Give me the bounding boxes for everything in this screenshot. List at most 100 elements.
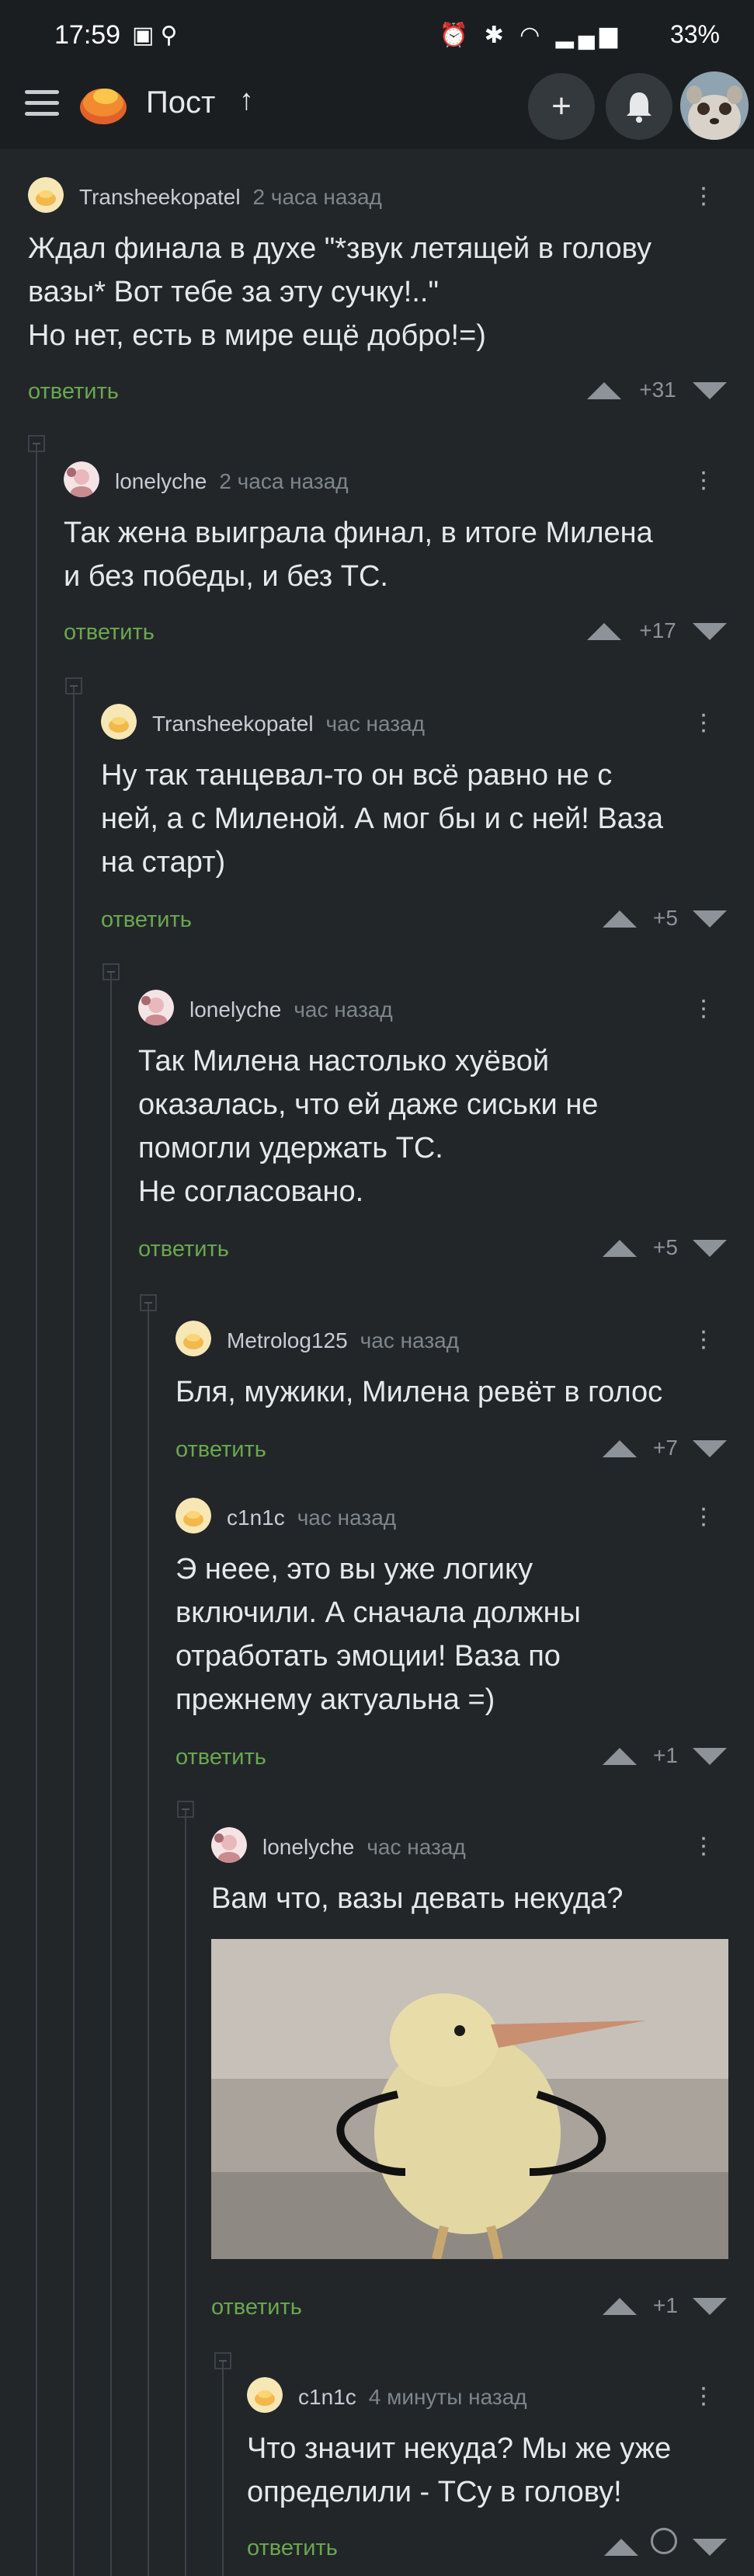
more-icon[interactable]: · · ·	[696, 1495, 711, 1537]
comment-author[interactable]: Transheekopatel час назад	[152, 712, 425, 736]
avatar[interactable]	[247, 2377, 283, 2413]
thread-line	[73, 687, 75, 2576]
comment-score: +7	[653, 1436, 678, 1460]
reply-link[interactable]: ответить	[101, 907, 192, 933]
upvote-icon[interactable]	[587, 623, 621, 640]
upvote-icon[interactable]	[587, 382, 621, 399]
add-post-button[interactable]: +	[528, 73, 595, 140]
vote-controls: +17	[587, 615, 727, 646]
collapse-thread-button[interactable]	[103, 963, 120, 980]
comment-time: час назад	[325, 712, 425, 736]
scroll-top-arrow-icon[interactable]: ↑	[239, 84, 254, 117]
upvote-icon[interactable]	[603, 1240, 637, 1257]
comment-score: +5	[653, 906, 678, 930]
collapse-thread-button[interactable]	[65, 677, 82, 694]
notifications-button[interactable]	[606, 73, 672, 140]
comment-score: +1	[653, 2293, 678, 2317]
more-icon[interactable]: · · ·	[696, 701, 711, 743]
vote-controls: +31	[587, 374, 727, 406]
avatar[interactable]	[175, 1321, 211, 1356]
collapse-thread-button[interactable]	[214, 2352, 231, 2369]
battery-level: 33%	[669, 20, 720, 48]
reply-link[interactable]: ответить	[64, 620, 155, 646]
reply-link[interactable]: ответить	[175, 1437, 266, 1463]
app-bar: Пост ↑ +	[0, 62, 754, 149]
reply-link[interactable]: ответить	[138, 1237, 229, 1262]
comment-time: 2 часа назад	[219, 469, 349, 493]
vote-controls: +7	[603, 1432, 727, 1464]
upvote-icon[interactable]	[603, 1440, 637, 1457]
reply-link[interactable]: ответить	[211, 2295, 302, 2320]
comment-text: Так Милена настолько хуёвой оказалась, ч…	[138, 1045, 599, 1208]
upvote-icon[interactable]	[604, 2539, 638, 2556]
vote-controls: +5	[603, 903, 727, 934]
downvote-icon[interactable]	[693, 2298, 727, 2315]
more-icon[interactable]: · · ·	[696, 987, 711, 1029]
comment-text: Ждал финала в духе "*звук летящей в голо…	[28, 232, 651, 352]
comment-score: +5	[653, 1235, 678, 1259]
comment-image[interactable]	[211, 1939, 728, 2259]
comment-author[interactable]: lonelyche час назад	[189, 997, 393, 1022]
downvote-icon[interactable]	[693, 1440, 727, 1457]
comment-time: час назад	[360, 1328, 460, 1352]
pikabu-logo[interactable]	[78, 81, 129, 127]
upvote-icon[interactable]	[603, 1748, 637, 1765]
bell-icon	[627, 92, 651, 123]
comment-author[interactable]: c1n1c 4 минуты назад	[298, 2385, 527, 2410]
thread-line	[110, 973, 112, 2576]
more-icon[interactable]: · · ·	[696, 1824, 711, 1866]
avatar[interactable]	[64, 461, 99, 497]
comment-time: час назад	[297, 1506, 397, 1530]
user-avatar[interactable]	[680, 71, 749, 140]
avatar[interactable]	[138, 990, 174, 1025]
more-icon[interactable]: · · ·	[696, 2374, 711, 2416]
vote-controls: +5	[603, 1232, 727, 1263]
upvote-icon[interactable]	[603, 910, 637, 928]
downvote-icon[interactable]	[693, 2539, 727, 2556]
vote-controls: +1	[603, 2290, 727, 2321]
avatar[interactable]	[28, 177, 64, 213]
downvote-icon[interactable]	[693, 623, 727, 640]
comment-text: Так жена выиграла финал, в итоге Милена …	[64, 517, 653, 593]
thread-line	[222, 2362, 224, 2576]
upvote-icon[interactable]	[603, 2298, 637, 2315]
avatar[interactable]	[211, 1827, 247, 1863]
comment-author[interactable]: Metrolog125 час назад	[227, 1328, 459, 1353]
collapse-thread-button[interactable]	[28, 435, 45, 452]
menu-icon[interactable]	[25, 90, 59, 117]
reply-link[interactable]: ответить	[175, 1745, 266, 1770]
downvote-icon[interactable]	[693, 1240, 727, 1257]
reply-link[interactable]: ответить	[247, 2536, 338, 2561]
avatar[interactable]	[101, 704, 137, 740]
comment-text: Бля, мужики, Милена ревёт в голос	[175, 1376, 663, 1408]
comment-text: Вам что, вазы девать некуда?	[211, 1882, 624, 1915]
reply-link[interactable]: ответить	[28, 379, 119, 405]
avatar[interactable]	[175, 1498, 211, 1533]
clock-icon[interactable]	[651, 2528, 677, 2554]
comment-author[interactable]: lonelyche час назад	[262, 1835, 466, 1860]
comment-text: Что значит некуда? Мы же уже определили …	[247, 2432, 672, 2508]
comment-text: Ну так танцевал-то он всё равно не с ней…	[101, 759, 663, 879]
comment-time: 2 часа назад	[252, 185, 382, 209]
more-icon[interactable]: · · ·	[696, 174, 711, 216]
downvote-icon[interactable]	[693, 382, 727, 399]
vote-controls: +1	[603, 1740, 727, 1771]
more-icon[interactable]: · · ·	[696, 458, 711, 500]
comment-score: +1	[653, 1743, 678, 1767]
gallery-search-icons: ▣ ⚲	[132, 23, 178, 48]
comment-score: +31	[639, 378, 676, 402]
comment-time: час назад	[367, 1835, 466, 1859]
plus-icon: +	[551, 87, 572, 125]
more-icon[interactable]: · · ·	[696, 1318, 711, 1359]
downvote-icon[interactable]	[693, 910, 727, 928]
comment-author[interactable]: lonelyche 2 часа назад	[115, 469, 349, 494]
thread-line	[185, 1810, 186, 2576]
comment-score: +17	[639, 618, 676, 642]
status-time: 17:59	[54, 20, 121, 50]
collapse-thread-button[interactable]	[177, 1801, 194, 1818]
downvote-icon[interactable]	[693, 1748, 727, 1765]
comment-author[interactable]: Transheekopatel 2 часа назад	[79, 185, 382, 210]
page-title: Пост	[146, 85, 216, 120]
comment-author[interactable]: c1n1c час назад	[227, 1506, 396, 1530]
collapse-thread-button[interactable]	[140, 1294, 157, 1311]
